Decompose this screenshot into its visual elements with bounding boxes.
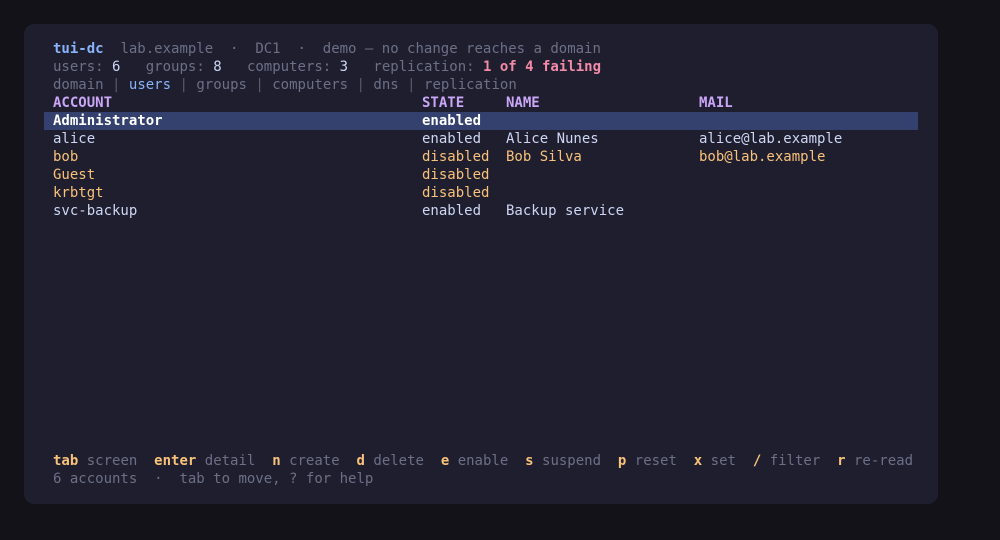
separator-dot: · xyxy=(297,41,306,57)
terminal-window: tui-dc lab.example · DC1 · demo — no cha… xyxy=(24,24,938,504)
replication-status: 1 of 4 failing xyxy=(483,59,602,75)
help-hint: tab to move, ? for help xyxy=(179,471,374,487)
key-label: delete xyxy=(373,453,424,469)
mail-cell: bob@lab.example xyxy=(699,149,826,165)
key-label: reset xyxy=(634,453,677,469)
groups-label: groups: xyxy=(145,59,205,75)
key-label: create xyxy=(289,453,340,469)
state-cell: enabled xyxy=(422,113,482,129)
key-tab[interactable]: tab xyxy=(53,453,78,469)
tab-computers[interactable]: computers xyxy=(272,77,348,93)
key-enter[interactable]: enter xyxy=(154,453,196,469)
title-bar: tui-dc lab.example · DC1 · demo — no cha… xyxy=(53,40,601,58)
tab-replication[interactable]: replication xyxy=(424,77,517,93)
key-label: set xyxy=(710,453,736,469)
groups-count: 8 xyxy=(213,59,222,75)
key-label: screen xyxy=(86,453,138,469)
computers-label: computers: xyxy=(246,59,332,75)
account-cell: krbtgt xyxy=(53,185,104,201)
table-header: ACCOUNT STATE NAME MAIL xyxy=(44,94,918,112)
tab-groups[interactable]: groups xyxy=(196,77,247,93)
stats-bar: users: 6 groups: 8 computers: 3 replicat… xyxy=(53,58,601,76)
tab-domain[interactable]: domain xyxy=(53,77,104,93)
table-row[interactable]: bob disabled Bob Silva bob@lab.example xyxy=(44,148,918,166)
column-header-state: STATE xyxy=(422,95,465,111)
table-row[interactable]: svc-backup enabled Backup service xyxy=(44,202,918,220)
computers-count: 3 xyxy=(339,59,349,75)
state-cell: enabled xyxy=(422,131,482,147)
mode-notice: demo — no change reaches a domain xyxy=(322,41,601,57)
key-label: suspend xyxy=(542,453,602,469)
key-d[interactable]: d xyxy=(357,453,365,469)
table-row[interactable]: alice enabled Alice Nunes alice@lab.exam… xyxy=(44,130,918,148)
dc-name: DC1 xyxy=(255,41,281,57)
account-count: 6 accounts xyxy=(53,471,138,487)
key-label: detail xyxy=(204,453,256,469)
state-cell: enabled xyxy=(422,203,482,219)
key-x[interactable]: x xyxy=(694,453,702,469)
tab-bar: domain | users | groups | computers | dn… xyxy=(53,77,517,93)
table-row[interactable]: krbtgt disabled xyxy=(44,184,918,202)
column-header-account: ACCOUNT xyxy=(53,95,113,111)
state-cell: disabled xyxy=(422,167,490,183)
domain-name: lab.example xyxy=(120,41,214,57)
key-p[interactable]: p xyxy=(618,453,626,469)
mail-cell: alice@lab.example xyxy=(699,131,843,147)
key-slash[interactable]: / xyxy=(753,453,761,469)
separator-dot: · xyxy=(230,41,239,57)
key-e[interactable]: e xyxy=(441,453,449,469)
state-cell: disabled xyxy=(422,149,490,165)
column-header-mail: MAIL xyxy=(699,95,733,111)
separator-dot: · xyxy=(154,471,163,487)
tab-users[interactable]: users xyxy=(129,77,171,93)
users-label: users: xyxy=(53,59,104,75)
state-cell: disabled xyxy=(422,185,490,201)
key-s[interactable]: s xyxy=(525,453,533,469)
name-cell: Alice Nunes xyxy=(506,131,599,147)
column-header-name: NAME xyxy=(506,95,540,111)
app-name: tui-dc xyxy=(53,41,104,57)
name-cell: Bob Silva xyxy=(506,149,582,165)
tab-dns[interactable]: dns xyxy=(373,77,398,93)
account-cell: Administrator xyxy=(53,113,163,129)
account-cell: alice xyxy=(53,131,96,147)
key-label: enable xyxy=(457,453,509,469)
key-r[interactable]: r xyxy=(837,453,845,469)
replication-label: replication: xyxy=(373,59,475,75)
account-cell: svc-backup xyxy=(53,203,138,219)
key-label: filter xyxy=(769,453,821,469)
account-cell: Guest xyxy=(53,167,96,183)
key-label: re-read xyxy=(854,453,914,469)
name-cell: Backup service xyxy=(506,203,625,219)
table-row[interactable]: Guest disabled xyxy=(44,166,918,184)
account-cell: bob xyxy=(53,149,79,165)
users-count: 6 xyxy=(112,59,121,75)
key-n[interactable]: n xyxy=(272,453,280,469)
status-bar: 6 accounts · tab to move, ? for help xyxy=(53,470,373,488)
table-row-selected[interactable]: Administrator enabled xyxy=(44,112,918,130)
keybinding-bar: tab screen enter detail n create d delet… xyxy=(53,452,913,470)
